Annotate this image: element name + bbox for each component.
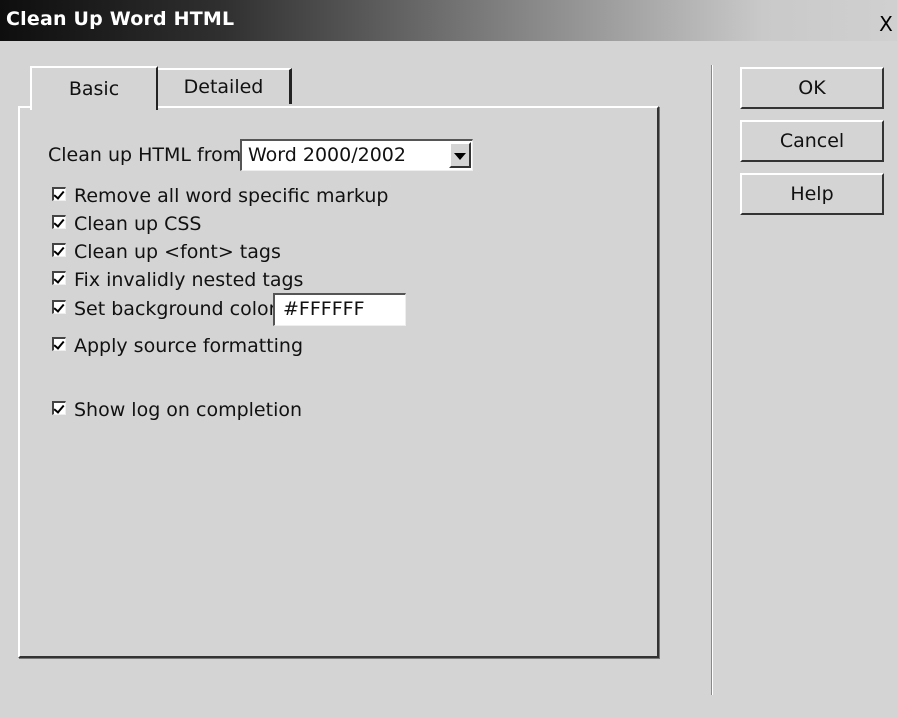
option-remove-word-markup[interactable]: Remove all word specific markup bbox=[52, 184, 388, 208]
title-bar: Clean Up Word HTML X bbox=[0, 0, 897, 41]
clean-from-label: Clean up HTML from bbox=[48, 144, 242, 166]
clean-up-css-label[interactable]: Clean up CSS bbox=[74, 213, 202, 235]
option-set-background-color[interactable]: Set background color bbox=[52, 297, 276, 321]
cancel-button[interactable]: Cancel bbox=[740, 120, 884, 162]
apply-source-formatting-checkbox[interactable] bbox=[52, 337, 66, 351]
clean-from-select[interactable]: Word 2000/2002 bbox=[240, 139, 473, 171]
tab-basic-label: Basic bbox=[68, 78, 120, 100]
show-log-checkbox[interactable] bbox=[52, 401, 66, 415]
remove-word-markup-label[interactable]: Remove all word specific markup bbox=[74, 185, 388, 207]
remove-word-markup-checkbox[interactable] bbox=[52, 187, 66, 201]
show-log-label[interactable]: Show log on completion bbox=[74, 399, 302, 421]
set-background-color-label[interactable]: Set background color bbox=[74, 298, 276, 320]
option-show-log[interactable]: Show log on completion bbox=[52, 398, 302, 422]
chevron-down-icon[interactable] bbox=[449, 142, 471, 168]
option-fix-nested-tags[interactable]: Fix invalidly nested tags bbox=[52, 268, 303, 292]
ok-button[interactable]: OK bbox=[740, 67, 884, 109]
tab-detailed[interactable]: Detailed bbox=[158, 68, 292, 104]
apply-source-formatting-label[interactable]: Apply source formatting bbox=[74, 335, 303, 357]
option-clean-up-css[interactable]: Clean up CSS bbox=[52, 212, 202, 236]
option-apply-source-formatting[interactable]: Apply source formatting bbox=[52, 334, 303, 358]
background-color-input[interactable]: #FFFFFF bbox=[273, 293, 406, 326]
vertical-divider bbox=[711, 65, 713, 695]
option-clean-up-font-tags[interactable]: Clean up <font> tags bbox=[52, 240, 281, 264]
fix-nested-tags-checkbox[interactable] bbox=[52, 271, 66, 285]
help-button[interactable]: Help bbox=[740, 173, 884, 215]
clean-up-font-tags-checkbox[interactable] bbox=[52, 243, 66, 257]
tab-basic[interactable]: Basic bbox=[30, 66, 158, 110]
clean-up-font-tags-label[interactable]: Clean up <font> tags bbox=[74, 241, 281, 263]
window-title: Clean Up Word HTML bbox=[6, 8, 235, 30]
clean-up-css-checkbox[interactable] bbox=[52, 215, 66, 229]
close-icon[interactable]: X bbox=[875, 13, 897, 35]
set-background-color-checkbox[interactable] bbox=[52, 300, 66, 314]
fix-nested-tags-label[interactable]: Fix invalidly nested tags bbox=[74, 269, 303, 291]
tab-detailed-label: Detailed bbox=[183, 76, 264, 98]
clean-from-value: Word 2000/2002 bbox=[248, 144, 406, 166]
